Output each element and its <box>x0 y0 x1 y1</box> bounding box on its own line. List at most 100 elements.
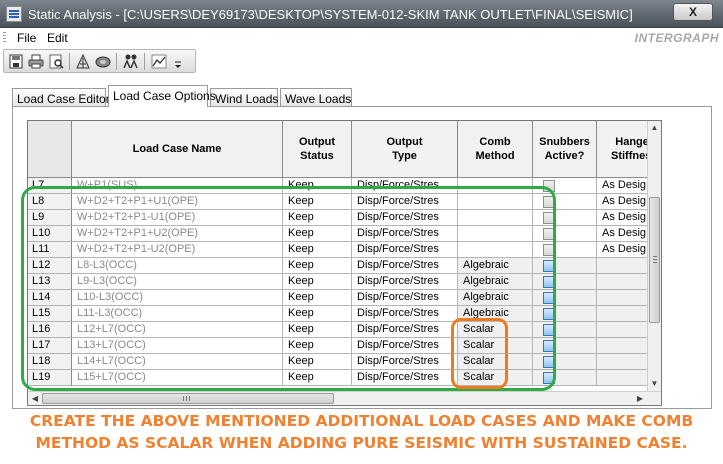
hanger-stiffness-cell[interactable] <box>597 322 649 338</box>
snubber-checkbox[interactable] <box>543 260 555 272</box>
col-header-load-case-name[interactable]: Load Case Name <box>72 121 283 178</box>
users-icon[interactable] <box>122 53 140 70</box>
col-header-comb-method[interactable]: Comb Method <box>458 121 533 178</box>
snubber-checkbox[interactable] <box>543 196 555 208</box>
output-type-cell[interactable]: Disp/Force/Stres <box>352 194 458 210</box>
hanger-stiffness-cell[interactable] <box>597 370 649 386</box>
table-row[interactable]: L9 W+D2+T2+P1-U1(OPE) Keep Disp/Force/Stres… <box>28 210 649 226</box>
snubber-checkbox[interactable] <box>543 276 555 288</box>
load-case-id[interactable]: L10 <box>28 226 72 242</box>
output-status-cell[interactable]: Keep <box>283 210 352 226</box>
hanger-stiffness-cell[interactable]: As Desig <box>597 194 649 210</box>
comb-method-cell[interactable]: Scalar <box>458 322 533 338</box>
scroll-up-arrow-icon[interactable]: ▲ <box>648 121 661 135</box>
table-row[interactable]: L8 W+D2+T2+P1+U1(OPE) Keep Disp/Force/Stres… <box>28 194 649 210</box>
tab-load-case-options[interactable]: Load Case Options <box>108 85 216 107</box>
comb-method-cell[interactable] <box>458 178 533 194</box>
table-row[interactable]: L18 L14+L7(OCC) Keep Disp/Force/Stres Scalar <box>28 354 649 370</box>
output-status-cell[interactable]: Keep <box>283 274 352 290</box>
vertical-scroll-thumb[interactable] <box>649 197 660 323</box>
menu-edit[interactable]: Edit <box>47 31 68 45</box>
snubber-cell[interactable] <box>533 338 597 354</box>
load-case-icon[interactable] <box>74 53 92 70</box>
output-type-cell[interactable]: Disp/Force/Stres <box>352 274 458 290</box>
output-type-cell[interactable]: Disp/Force/Stres <box>352 290 458 306</box>
snubber-cell[interactable] <box>533 354 597 370</box>
tab-wind-loads[interactable]: Wind Loads <box>210 88 278 107</box>
load-case-name[interactable]: L14+L7(OCC) <box>72 354 283 370</box>
print-icon[interactable] <box>27 53 45 70</box>
output-status-cell[interactable]: Keep <box>283 354 352 370</box>
hanger-stiffness-cell[interactable]: As Desig <box>597 178 649 194</box>
output-type-cell[interactable]: Disp/Force/Stres <box>352 322 458 338</box>
output-status-cell[interactable]: Keep <box>283 194 352 210</box>
snubber-cell[interactable] <box>533 290 597 306</box>
snubber-checkbox[interactable] <box>543 228 555 240</box>
load-case-name[interactable]: L13+L7(OCC) <box>72 338 283 354</box>
output-status-cell[interactable]: Keep <box>283 338 352 354</box>
table-row[interactable]: L14 L10-L3(OCC) Keep Disp/Force/Stres Algebr… <box>28 290 649 306</box>
output-status-cell[interactable]: Keep <box>283 322 352 338</box>
comb-method-cell[interactable] <box>458 242 533 258</box>
snubber-cell[interactable] <box>533 274 597 290</box>
col-header-hanger-stiffness[interactable]: Hanger Stiffness <box>597 121 649 178</box>
tab-load-case-editor[interactable]: Load Case Editor <box>12 88 110 107</box>
load-case-name[interactable]: W+D2+T2+P1+U1(OPE) <box>72 194 283 210</box>
load-case-name[interactable]: W+D2+T2+P1+U2(OPE) <box>72 226 283 242</box>
snubber-checkbox[interactable] <box>543 324 555 336</box>
load-case-id[interactable]: L8 <box>28 194 72 210</box>
comb-method-cell[interactable]: Scalar <box>458 354 533 370</box>
comb-method-cell[interactable]: Algebraic <box>458 258 533 274</box>
snubber-checkbox[interactable] <box>543 340 555 352</box>
snubber-cell[interactable] <box>533 258 597 274</box>
output-type-cell[interactable]: Disp/Force/Stres <box>352 210 458 226</box>
hanger-stiffness-cell[interactable] <box>597 306 649 322</box>
output-type-cell[interactable]: Disp/Force/Stres <box>352 226 458 242</box>
snubber-cell[interactable] <box>533 226 597 242</box>
tab-wave-loads[interactable]: Wave Loads <box>280 88 352 107</box>
comb-method-cell[interactable]: Algebraic <box>458 306 533 322</box>
load-case-name[interactable]: L11-L3(OCC) <box>72 306 283 322</box>
output-type-cell[interactable]: Disp/Force/Stres <box>352 338 458 354</box>
close-button[interactable]: X <box>673 3 713 21</box>
output-type-cell[interactable]: Disp/Force/Stres <box>352 178 458 194</box>
output-status-cell[interactable]: Keep <box>283 178 352 194</box>
print-preview-icon[interactable] <box>47 53 65 70</box>
table-row[interactable]: L16 L12+L7(OCC) Keep Disp/Force/Stres Scalar <box>28 322 649 338</box>
load-case-name[interactable]: L10-L3(OCC) <box>72 290 283 306</box>
comb-method-cell[interactable] <box>458 194 533 210</box>
hanger-stiffness-cell[interactable] <box>597 258 649 274</box>
load-case-name[interactable]: L9-L3(OCC) <box>72 274 283 290</box>
hanger-stiffness-cell[interactable] <box>597 274 649 290</box>
output-status-cell[interactable]: Keep <box>283 370 352 386</box>
snubber-cell[interactable] <box>533 242 597 258</box>
hanger-stiffness-cell[interactable] <box>597 354 649 370</box>
table-row[interactable]: L17 L13+L7(OCC) Keep Disp/Force/Stres Scalar <box>28 338 649 354</box>
snubber-cell[interactable] <box>533 194 597 210</box>
snubber-cell[interactable] <box>533 210 597 226</box>
scroll-left-arrow-icon[interactable]: ◀ <box>28 392 42 405</box>
col-header-snubbers-active[interactable]: Snubbers Active? <box>533 121 597 178</box>
comb-method-cell[interactable]: Scalar <box>458 370 533 386</box>
menu-file[interactable]: File <box>17 31 36 45</box>
col-header-output-type[interactable]: Output Type <box>352 121 458 178</box>
output-status-cell[interactable]: Keep <box>283 226 352 242</box>
hanger-stiffness-cell[interactable]: As Desig <box>597 210 649 226</box>
save-icon[interactable] <box>7 53 25 70</box>
output-type-cell[interactable]: Disp/Force/Stres <box>352 258 458 274</box>
output-type-cell[interactable]: Disp/Force/Stres <box>352 370 458 386</box>
output-status-cell[interactable]: Keep <box>283 290 352 306</box>
comb-method-cell[interactable]: Algebraic <box>458 274 533 290</box>
snubber-cell[interactable] <box>533 322 597 338</box>
col-header-output-status[interactable]: Output Status <box>283 121 352 178</box>
snubber-cell[interactable] <box>533 178 597 194</box>
load-case-name[interactable]: L8-L3(OCC) <box>72 258 283 274</box>
table-row[interactable]: L15 L11-L3(OCC) Keep Disp/Force/Stres Algebr… <box>28 306 649 322</box>
comb-method-cell[interactable]: Algebraic <box>458 290 533 306</box>
vertical-scrollbar[interactable]: ▲ ▼ <box>647 121 661 392</box>
load-case-name[interactable]: W+D2+T2+P1-U2(OPE) <box>72 242 283 258</box>
dropdown-arrow-icon[interactable] <box>172 53 184 70</box>
hanger-stiffness-cell[interactable]: As Desig <box>597 242 649 258</box>
comb-method-cell[interactable] <box>458 210 533 226</box>
output-status-cell[interactable]: Keep <box>283 258 352 274</box>
